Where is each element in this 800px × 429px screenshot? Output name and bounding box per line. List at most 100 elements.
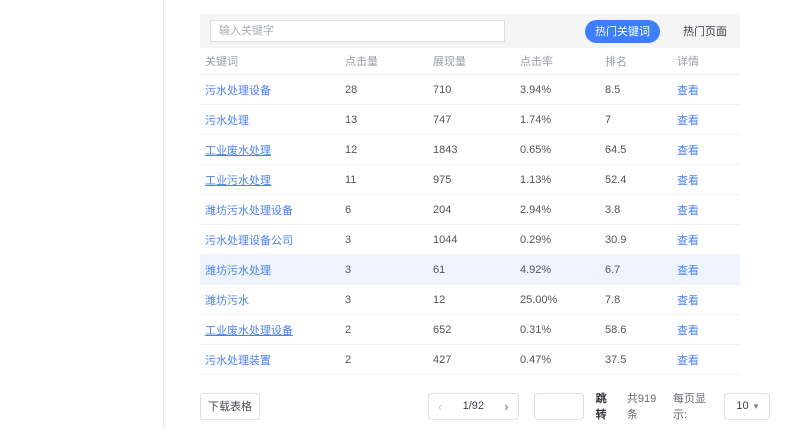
detail-cell: 查看: [672, 232, 740, 248]
impressions-cell: 710: [428, 84, 515, 96]
ctr-cell: 3.94%: [515, 84, 600, 96]
next-page-icon[interactable]: ›: [504, 400, 508, 413]
hot-keywords-button[interactable]: 热门关键词: [585, 20, 660, 43]
clicks-cell: 28: [340, 84, 428, 96]
page-size-label: 每页显示:: [673, 390, 719, 422]
keyword-link[interactable]: 潍坊污水: [205, 295, 249, 307]
view-link[interactable]: 查看: [677, 265, 699, 277]
view-link[interactable]: 查看: [677, 115, 699, 127]
detail-cell: 查看: [672, 262, 740, 278]
impressions-cell: 1044: [428, 234, 515, 246]
table-body: 污水处理设备 28 710 3.94% 8.5 查看 污水处理 13 747 1…: [200, 75, 740, 375]
rank-cell: 3.8: [600, 204, 672, 216]
table-row: 污水处理设备公司 3 1044 0.29% 30.9 查看: [200, 225, 740, 255]
page-size-select[interactable]: 10 ▾: [724, 393, 770, 420]
keyword-link[interactable]: 污水处理: [205, 115, 249, 127]
view-link[interactable]: 查看: [677, 145, 699, 157]
view-link[interactable]: 查看: [677, 355, 699, 367]
ctr-cell: 0.47%: [515, 354, 600, 366]
keyword-link[interactable]: 污水处理装置: [205, 355, 271, 367]
detail-cell: 查看: [672, 112, 740, 128]
page-size-value: 10: [736, 400, 748, 412]
clicks-cell: 2: [340, 354, 428, 366]
impressions-cell: 652: [428, 324, 515, 336]
rank-cell: 6.7: [600, 264, 672, 276]
detail-cell: 查看: [672, 142, 740, 158]
detail-cell: 查看: [672, 202, 740, 218]
clicks-cell: 12: [340, 144, 428, 156]
clicks-cell: 3: [340, 294, 428, 306]
keyword-cell: 污水处理设备: [200, 82, 340, 98]
clicks-cell: 2: [340, 324, 428, 336]
detail-cell: 查看: [672, 322, 740, 338]
keyword-link[interactable]: 污水处理设备公司: [205, 235, 293, 247]
clicks-cell: 3: [340, 234, 428, 246]
detail-cell: 查看: [672, 82, 740, 98]
impressions-cell: 204: [428, 204, 515, 216]
keyword-cell: 污水处理装置: [200, 352, 340, 368]
table-row: 污水处理设备 28 710 3.94% 8.5 查看: [200, 75, 740, 105]
keyword-cell: 潍坊污水处理设备: [200, 202, 340, 218]
keyword-link[interactable]: 潍坊污水处理设备: [205, 205, 293, 217]
pagination: ‹ 1/92 ›: [428, 393, 519, 420]
rank-cell: 7.8: [600, 294, 672, 306]
rank-cell: 7: [600, 114, 672, 126]
ctr-cell: 0.65%: [515, 144, 600, 156]
column-header-ctr: 点击率: [515, 53, 600, 69]
view-link[interactable]: 查看: [677, 295, 699, 307]
download-table-button[interactable]: 下载表格: [200, 393, 260, 420]
impressions-cell: 61: [428, 264, 515, 276]
ctr-cell: 0.29%: [515, 234, 600, 246]
impressions-cell: 747: [428, 114, 515, 126]
keyword-cell: 潍坊污水: [200, 292, 340, 308]
ctr-cell: 4.92%: [515, 264, 600, 276]
impressions-cell: 12: [428, 294, 515, 306]
prev-page-icon[interactable]: ‹: [438, 400, 442, 413]
impressions-cell: 1843: [428, 144, 515, 156]
view-link[interactable]: 查看: [677, 175, 699, 187]
keyword-link[interactable]: 工业废水处理: [205, 145, 271, 157]
ctr-cell: 2.94%: [515, 204, 600, 216]
table-row: 污水处理装置 2 427 0.47% 37.5 查看: [200, 345, 740, 375]
view-link[interactable]: 查看: [677, 205, 699, 217]
view-link[interactable]: 查看: [677, 235, 699, 247]
page-jump-input[interactable]: [534, 393, 584, 420]
keyword-cell: 污水处理设备公司: [200, 232, 340, 248]
keyword-link[interactable]: 工业污水处理: [205, 175, 271, 187]
table-row: 潍坊污水处理设备 6 204 2.94% 3.8 查看: [200, 195, 740, 225]
impressions-cell: 975: [428, 174, 515, 186]
impressions-cell: 427: [428, 354, 515, 366]
table-row: 潍坊污水处理 3 61 4.92% 6.7 查看: [200, 255, 740, 285]
hot-pages-link[interactable]: 热门页面: [683, 23, 727, 39]
view-link[interactable]: 查看: [677, 85, 699, 97]
view-link[interactable]: 查看: [677, 325, 699, 337]
keyword-link[interactable]: 污水处理设备: [205, 85, 271, 97]
ctr-cell: 1.74%: [515, 114, 600, 126]
column-header-detail: 详情: [672, 53, 740, 69]
ctr-cell: 25.00%: [515, 294, 600, 306]
page-indicator: 1/92: [463, 400, 484, 412]
rank-cell: 30.9: [600, 234, 672, 246]
table-header-row: 关键词 点击量 展现量 点击率 排名 详情: [200, 48, 740, 75]
keyword-cell: 工业废水处理设备: [200, 322, 340, 338]
jump-label[interactable]: 跳转: [596, 390, 617, 422]
ctr-cell: 0.31%: [515, 324, 600, 336]
clicks-cell: 6: [340, 204, 428, 216]
column-header-keyword: 关键词: [200, 53, 340, 69]
clicks-cell: 3: [340, 264, 428, 276]
keyword-link[interactable]: 潍坊污水处理: [205, 265, 271, 277]
caret-down-icon: ▾: [754, 402, 759, 411]
search-input[interactable]: [210, 20, 505, 42]
total-count: 共919条: [627, 390, 666, 422]
rank-cell: 58.6: [600, 324, 672, 336]
keyword-link[interactable]: 工业废水处理设备: [205, 325, 293, 337]
ctr-cell: 1.13%: [515, 174, 600, 186]
rank-cell: 64.5: [600, 144, 672, 156]
rank-cell: 52.4: [600, 174, 672, 186]
column-header-impressions: 展现量: [428, 53, 515, 69]
table-row: 工业污水处理 11 975 1.13% 52.4 查看: [200, 165, 740, 195]
table-row: 工业废水处理 12 1843 0.65% 64.5 查看: [200, 135, 740, 165]
keyword-cell: 污水处理: [200, 112, 340, 128]
table-row: 污水处理 13 747 1.74% 7 查看: [200, 105, 740, 135]
column-header-rank: 排名: [600, 53, 672, 69]
